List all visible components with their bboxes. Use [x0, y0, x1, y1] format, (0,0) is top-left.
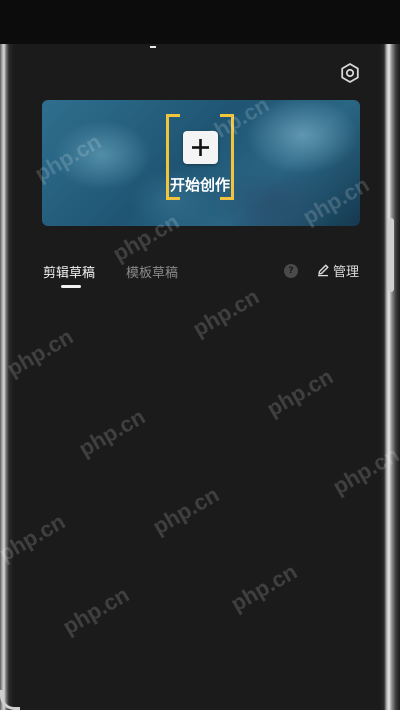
tab-edit-drafts[interactable]: 剪辑草稿: [43, 262, 95, 281]
manage-label: 管理: [333, 264, 360, 280]
active-tab-indicator: [61, 285, 81, 288]
start-creation-banner[interactable]: 开始创作: [42, 100, 360, 226]
manage-button[interactable]: 管理: [316, 261, 360, 280]
watermark: php.cn: [74, 403, 150, 462]
plus-icon: [192, 139, 209, 156]
watermark: php.cn: [262, 363, 338, 422]
watermark: php.cn: [148, 481, 224, 540]
settings-gear-icon[interactable]: [339, 62, 361, 84]
watermark: php.cn: [58, 581, 134, 640]
status-indicator: [150, 46, 156, 48]
scrollbar[interactable]: [388, 218, 394, 292]
watermark: php.cn: [188, 283, 264, 342]
edit-icon: [318, 264, 329, 277]
start-creation-button[interactable]: [183, 131, 218, 164]
start-creation-label: 开始创作: [169, 176, 230, 194]
status-bar: [0, 0, 400, 44]
app-screen: 开始创作 剪辑草稿 模板草稿 ? 管理 php.cn php.cn php.cn…: [0, 0, 400, 710]
gear-icon: [341, 63, 359, 83]
tab-template-drafts[interactable]: 模板草稿: [126, 262, 178, 281]
device-frame-right: [380, 44, 400, 710]
help-icon[interactable]: ?: [284, 264, 298, 278]
watermark: php.cn: [226, 558, 302, 617]
device-frame-left: [0, 44, 14, 710]
